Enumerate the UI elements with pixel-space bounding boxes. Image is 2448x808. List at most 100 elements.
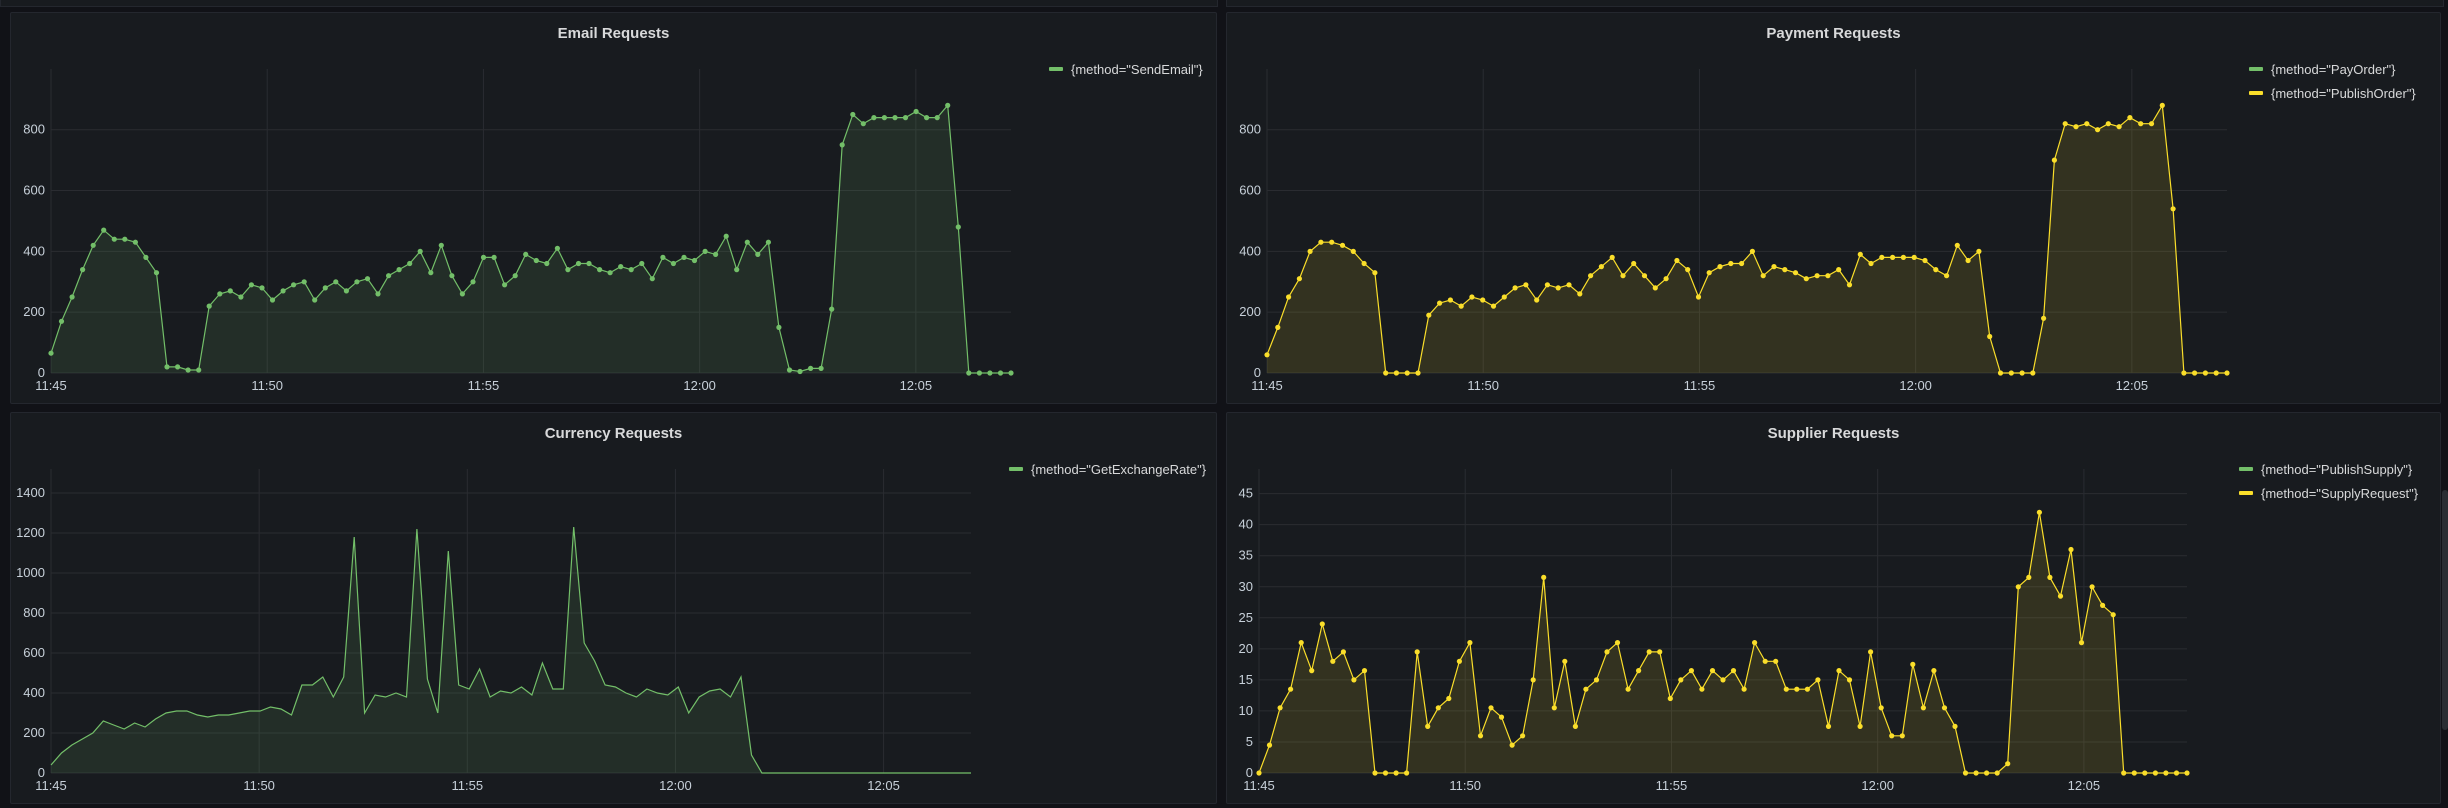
- data-point: [2057, 593, 2064, 599]
- page-scrollbar[interactable]: [2442, 490, 2448, 730]
- data-point: [2062, 121, 2068, 127]
- data-point: [1425, 723, 1431, 729]
- data-point: [1509, 742, 1515, 748]
- y-tick-label: 800: [23, 605, 45, 620]
- x-tick-label: 12:00: [1861, 778, 1894, 793]
- y-tick-label: 10: [1239, 703, 1253, 718]
- legend-item-pay-order[interactable]: {method="PayOrder"}: [2249, 57, 2416, 81]
- data-point: [2184, 770, 2190, 776]
- data-point: [1706, 270, 1712, 276]
- data-point: [786, 367, 793, 373]
- data-point: [1435, 705, 1441, 711]
- x-tick-label: 12:05: [867, 778, 900, 793]
- data-point: [2142, 770, 2148, 776]
- data-point: [58, 318, 65, 324]
- data-point: [871, 115, 877, 121]
- data-point: [2131, 770, 2137, 776]
- data-point: [2008, 370, 2014, 376]
- data-point: [1372, 270, 1378, 276]
- data-point: [1288, 686, 1294, 692]
- email-requests-panel[interactable]: Email Requests 0 200 400 600 800 11:45 11:50 11…: [10, 12, 1217, 404]
- data-point: [2224, 370, 2230, 376]
- data-point: [480, 254, 487, 260]
- data-point: [1577, 291, 1583, 297]
- y-tick-label: 200: [23, 725, 45, 740]
- data-point: [734, 267, 740, 273]
- x-tick-label: 11:55: [1684, 378, 1716, 393]
- data-point: [1965, 257, 1971, 264]
- data-point: [2152, 770, 2158, 776]
- y-tick-label: 200: [23, 304, 45, 319]
- data-point: [1663, 276, 1669, 282]
- data-point: [1393, 370, 1399, 376]
- data-point: [1825, 723, 1832, 729]
- data-point: [1318, 239, 1324, 245]
- data-point: [1609, 254, 1615, 260]
- y-tick-label: 600: [23, 645, 45, 660]
- legend-item-publish-order[interactable]: {method="PublishOrder"}: [2249, 81, 2416, 105]
- data-point: [1620, 273, 1626, 279]
- data-point: [1739, 260, 1745, 267]
- data-point: [2030, 370, 2036, 376]
- data-point: [1920, 705, 1926, 711]
- data-point: [280, 288, 286, 294]
- x-tick-label: 11:45: [35, 378, 67, 393]
- legend-item-send-email[interactable]: {method="SendEmail"}: [1049, 57, 1203, 81]
- data-point: [1678, 677, 1684, 683]
- currency-requests-panel[interactable]: Currency Requests 0 200 400 600 800 1000 1200 1…: [10, 412, 1217, 804]
- data-point: [2015, 584, 2021, 590]
- data-point: [2116, 124, 2122, 130]
- data-point: [407, 260, 413, 267]
- data-point: [1641, 273, 1648, 279]
- y-tick-label: 1000: [16, 565, 45, 580]
- data-point: [217, 291, 223, 297]
- data-point: [1266, 742, 1273, 748]
- data-point: [1614, 640, 1621, 646]
- data-point: [1404, 370, 1410, 376]
- payment-requests-panel[interactable]: Payment Requests 0 200 400 600 800 11:45 11:50…: [1226, 12, 2441, 404]
- data-point: [628, 267, 634, 273]
- data-point: [417, 248, 423, 254]
- data-point: [1878, 705, 1884, 711]
- x-tick-label: 11:45: [35, 778, 67, 793]
- data-point: [90, 242, 96, 248]
- data-point: [2041, 315, 2047, 321]
- data-point: [1794, 686, 1800, 692]
- y-tick-label: 600: [1239, 183, 1261, 198]
- data-point: [1984, 770, 1990, 776]
- data-point: [1446, 695, 1452, 702]
- legend: {method="PublishSupply"} {method="Supply…: [2239, 457, 2418, 505]
- legend: {method="GetExchangeRate"}: [1009, 457, 1206, 481]
- data-point: [1498, 714, 1505, 720]
- data-point: [1868, 649, 1874, 655]
- data-point: [101, 227, 107, 233]
- data-point: [1426, 312, 1432, 318]
- data-point: [1631, 260, 1637, 267]
- data-point: [1889, 733, 1895, 739]
- data-point: [428, 270, 434, 276]
- supplier-requests-panel[interactable]: Supplier Requests 0 5 10 15 20 25 30 35 40 45 11:4…: [1226, 412, 2441, 804]
- data-point: [1467, 640, 1473, 646]
- legend-item-publish-supply[interactable]: {method="PublishSupply"}: [2239, 457, 2418, 481]
- data-point: [1825, 273, 1831, 279]
- x-tick-label: 11:50: [1449, 778, 1481, 793]
- legend-label: {method="SendEmail"}: [1071, 61, 1203, 77]
- data-point: [386, 273, 392, 279]
- data-point: [1685, 267, 1691, 273]
- data-point: [1566, 282, 1572, 288]
- data-point: [966, 370, 972, 376]
- data-point: [2089, 584, 2095, 590]
- data-point: [1541, 574, 1547, 580]
- legend-item-get-exchange-rate[interactable]: {method="GetExchangeRate"}: [1009, 457, 1206, 481]
- y-tick-label: 30: [1239, 579, 1253, 594]
- legend-label: {method="PublishOrder"}: [2271, 85, 2416, 101]
- x-tick-label: 11:50: [1467, 378, 1499, 393]
- data-point: [618, 264, 624, 270]
- data-point: [48, 350, 54, 356]
- data-point: [354, 279, 360, 285]
- data-point: [2192, 370, 2198, 376]
- series-color-swatch: [1049, 67, 1063, 71]
- legend-item-supply-request[interactable]: {method="SupplyRequest"}: [2239, 481, 2418, 505]
- data-point: [2173, 770, 2180, 776]
- data-point: [301, 279, 307, 285]
